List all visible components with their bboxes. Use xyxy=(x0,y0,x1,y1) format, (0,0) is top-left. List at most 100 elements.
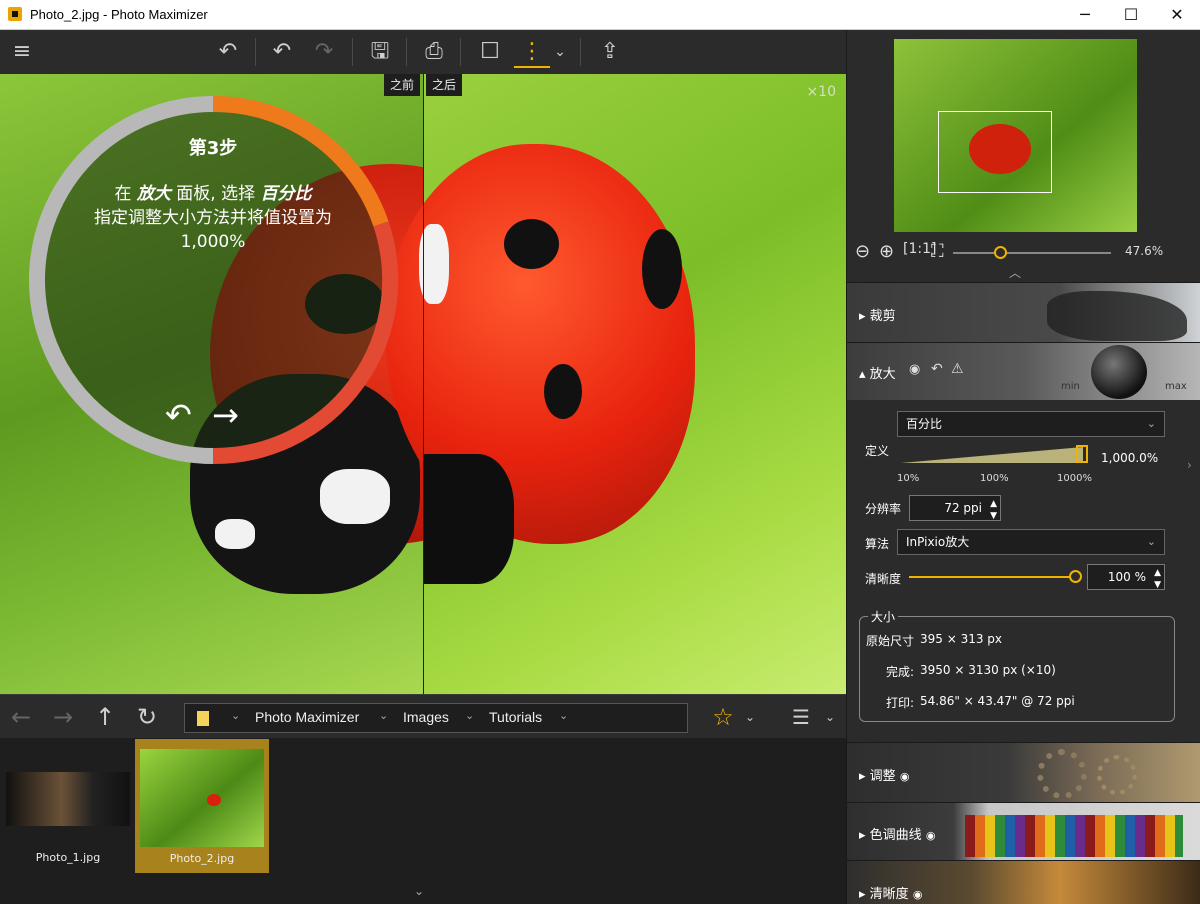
tutorial-step: 第3步 xyxy=(188,138,238,159)
tutorial-line-2: 指定调整大小方法并将值设置为 xyxy=(94,208,332,228)
undo-all-icon[interactable]: ↶ xyxy=(210,36,246,68)
chevron-down-icon[interactable]: ⌄ xyxy=(379,709,388,722)
chevron-down-icon[interactable]: ⌄ xyxy=(231,709,240,722)
warning-icon[interactable]: ⚠ xyxy=(951,361,964,377)
tutorial-prev-icon[interactable]: ↶ xyxy=(165,396,192,434)
algorithm-value: InPixio放大 xyxy=(906,535,970,549)
define-slider[interactable] xyxy=(901,445,1093,465)
chevron-down-icon: ⌄ xyxy=(1146,535,1156,548)
path-breadcrumb[interactable]: ⌄ Photo Maximizer ⌄ Images ⌄ Tutorials ⌄ xyxy=(184,703,688,733)
magnify-knob-image xyxy=(1091,345,1147,399)
tick-label: 1000% xyxy=(1057,473,1092,484)
tutorial-text: 第3步 在 放大 面板, 选择 百分比 指定调整大小方法并将值设置为 1,000… xyxy=(20,134,406,254)
refresh-icon[interactable]: ↻ xyxy=(130,701,164,733)
reset-icon[interactable]: ↶ xyxy=(931,361,943,377)
maximize-button[interactable]: ☐ xyxy=(1108,0,1154,30)
visibility-eye-icon[interactable]: ◉ xyxy=(913,888,923,901)
navigator-thumbnail[interactable] xyxy=(894,39,1137,232)
image-viewer[interactable]: 之前 之后 ×10 第3步 在 放大 面板, 选择 百分比 指定调整大小方法并将… xyxy=(0,74,846,694)
size-group-title: 大小 xyxy=(868,608,899,625)
tick-label: 100% xyxy=(980,473,1009,484)
thumbnail-photo-1[interactable]: Photo_1.jpg xyxy=(4,738,132,872)
section-magnify[interactable]: ▴ 放大 ◉ ↶ ⚠ min max xyxy=(847,342,1200,400)
breadcrumb-item[interactable]: Images xyxy=(403,709,449,725)
crop-hands-image xyxy=(1047,291,1187,341)
zoom-slider-track[interactable] xyxy=(953,252,1111,254)
chevron-down-icon[interactable]: ⌄ xyxy=(465,709,474,722)
tick-label: 10% xyxy=(897,473,920,484)
breadcrumb-item[interactable]: Photo Maximizer xyxy=(255,709,359,725)
visibility-eye-icon[interactable]: ◉ xyxy=(909,362,920,377)
minimize-button[interactable]: ─ xyxy=(1062,0,1108,30)
chevron-down-icon[interactable]: ⌄ xyxy=(559,709,568,722)
size-group: 大小 原始尺寸 395 × 313 px 完成: 3950 × 3130 px … xyxy=(859,608,1175,722)
colored-pencils-image xyxy=(965,815,1183,857)
sharpness-slider-handle[interactable] xyxy=(1069,570,1082,583)
spin-down-icon[interactable]: ▼ xyxy=(1154,573,1161,597)
up-icon[interactable]: ↑ xyxy=(88,701,122,733)
sharpness-slider-track[interactable] xyxy=(909,576,1075,578)
spin-down-icon[interactable]: ▼ xyxy=(990,504,997,528)
print-icon[interactable]: ⎙ xyxy=(416,36,452,68)
ladybug-spot xyxy=(642,229,682,309)
forward-icon[interactable]: → xyxy=(46,701,80,733)
chevron-down-icon[interactable]: ⌄ xyxy=(740,701,760,733)
section-crop[interactable]: ▸ 裁剪 xyxy=(847,282,1200,342)
single-view-icon[interactable]: ☐ xyxy=(472,36,508,68)
algorithm-label: 算法 xyxy=(865,537,890,551)
tutorial-nav: ↶ → xyxy=(165,396,239,434)
undo-icon[interactable]: ↶ xyxy=(264,36,300,68)
folder-icon xyxy=(197,711,209,726)
thumbnail-photo-2[interactable]: Photo_2.jpg xyxy=(135,739,269,873)
section-tone-curves[interactable]: ▸ 色调曲线 ◉ xyxy=(847,802,1200,860)
collapse-navigator-icon[interactable]: ︿ xyxy=(1009,264,1021,281)
browser-bar: ← → ↑ ↻ ⌄ Photo Maximizer ⌄ Images ⌄ Tut… xyxy=(0,694,846,738)
split-view-icon[interactable]: ⋮ xyxy=(514,36,550,68)
favorite-icon[interactable]: ☆ xyxy=(706,701,740,733)
view-dropdown-icon[interactable]: ⌄ xyxy=(550,36,570,68)
fit-icon[interactable]: ⛶ xyxy=(931,241,944,262)
section-curves-title: ▸ 色调曲线 ◉ xyxy=(859,828,936,843)
zoom-out-icon[interactable]: ⊖ xyxy=(855,241,870,262)
split-divider[interactable] xyxy=(423,74,424,694)
ladybug-spot xyxy=(504,219,559,269)
section-adjust[interactable]: ▸ 调整 ◉ xyxy=(847,742,1200,802)
chevron-down-icon[interactable]: ⌄ xyxy=(820,701,840,733)
visibility-eye-icon[interactable]: ◉ xyxy=(926,829,936,842)
visibility-eye-icon[interactable]: ◉ xyxy=(900,770,910,783)
redo-icon[interactable]: ↷ xyxy=(306,36,342,68)
close-button[interactable]: ✕ xyxy=(1154,0,1200,30)
tutorial-keyword: 百分比 xyxy=(260,184,312,204)
sharpness-label: 清晰度 xyxy=(865,572,902,586)
collapse-filmstrip-icon[interactable]: ⌄ xyxy=(414,884,424,898)
share-icon[interactable]: ⇪ xyxy=(592,36,628,68)
menu-icon[interactable]: ≡ xyxy=(4,36,40,68)
save-icon[interactable]: 🖫 xyxy=(362,36,398,68)
toolbar-divider xyxy=(580,38,581,66)
back-icon[interactable]: ← xyxy=(4,701,38,733)
tutorial-line-1: 在 放大 面板, 选择 百分比 xyxy=(20,182,406,206)
resolution-input[interactable]: 72 ppi ▲ ▼ xyxy=(909,495,1001,521)
section-magnify-title: ▴ 放大 xyxy=(859,367,896,382)
section-adjust-title: ▸ 调整 ◉ xyxy=(859,769,910,784)
zoom-slider-handle[interactable] xyxy=(994,246,1008,259)
toolbar-divider xyxy=(352,38,353,66)
sort-icon[interactable]: ☰ xyxy=(784,701,818,733)
breadcrumb-item[interactable]: Tutorials xyxy=(489,709,542,725)
algorithm-select[interactable]: InPixio放大 ⌄ xyxy=(897,529,1165,555)
define-label: 定义 xyxy=(865,444,890,458)
sharpness-input[interactable]: 100 % ▲ ▼ xyxy=(1087,564,1165,590)
section-sharpness[interactable]: ▸ 清晰度 ◉ xyxy=(847,860,1200,904)
panel-collapse-arrow-icon[interactable]: › xyxy=(1187,458,1192,472)
navigator-viewport[interactable] xyxy=(938,111,1052,193)
section-crop-title: ▸ 裁剪 xyxy=(859,309,896,324)
section-sharpness-title: ▸ 清晰度 ◉ xyxy=(859,887,923,902)
knob-max-label: max xyxy=(1165,381,1187,392)
zoom-controls: ⊖ ⊕ [1:1] ⛶ 47.6% xyxy=(855,241,1195,265)
gear-icon xyxy=(1037,749,1087,799)
tutorial-next-icon[interactable]: → xyxy=(212,396,239,434)
zoom-in-icon[interactable]: ⊕ xyxy=(879,241,894,262)
resize-method-select[interactable]: 百分比 ⌄ xyxy=(897,411,1165,437)
ladybug-head-after xyxy=(424,454,514,584)
after-image xyxy=(385,74,846,694)
